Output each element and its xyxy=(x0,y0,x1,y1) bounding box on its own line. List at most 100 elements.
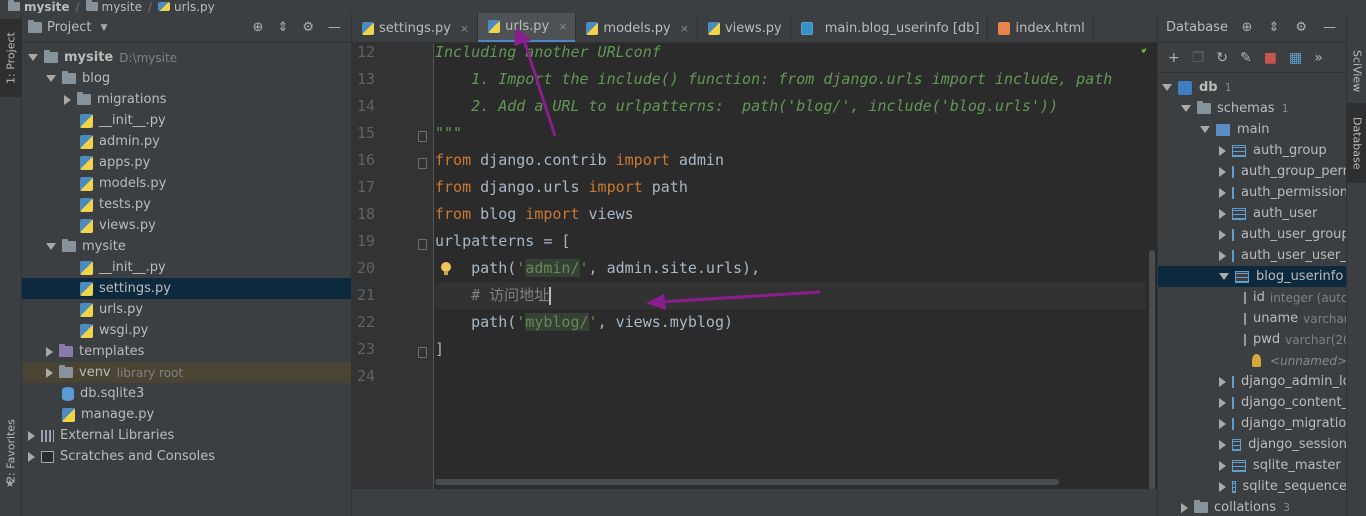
tab-models-py[interactable]: models.py × xyxy=(576,13,698,42)
db-tree-item[interactable]: sqlite_master xyxy=(1158,455,1346,476)
db-tree-item[interactable]: main xyxy=(1158,119,1346,140)
tree-item[interactable]: mysite D:\mysite xyxy=(22,47,351,68)
collapse-arrow-icon[interactable] xyxy=(1219,376,1226,387)
minimize-icon[interactable]: — xyxy=(1323,20,1336,35)
tree-item[interactable]: templates xyxy=(22,341,351,362)
db-tree-item[interactable]: django_admin_log xyxy=(1158,371,1346,392)
close-icon[interactable]: × xyxy=(558,20,567,33)
collapse-arrow-icon[interactable] xyxy=(1219,250,1226,261)
collapse-arrow-icon[interactable] xyxy=(1219,145,1226,156)
collapse-arrow-icon[interactable] xyxy=(1219,397,1226,408)
collapse-arrow-icon[interactable] xyxy=(28,451,35,462)
db-tree-item[interactable]: blog_userinfo xyxy=(1158,266,1346,287)
db-tree-item[interactable]: django_session xyxy=(1158,434,1346,455)
db-tree-item[interactable]: auth_permission xyxy=(1158,182,1346,203)
locate-icon[interactable]: ⊕ xyxy=(1242,20,1253,35)
expand-arrow-icon[interactable] xyxy=(1200,126,1210,133)
fold-marker-icon[interactable] xyxy=(418,158,427,169)
vertical-scrollbar[interactable] xyxy=(1146,43,1157,516)
expand-arrow-icon[interactable] xyxy=(28,54,38,61)
tree-item[interactable]: tests.py xyxy=(22,194,351,215)
db-tree-item[interactable]: auth_group_permissions xyxy=(1158,161,1346,182)
fold-marker-icon[interactable] xyxy=(418,347,427,358)
tab-sciview-tool[interactable]: SciView xyxy=(1347,41,1366,101)
collapse-arrow-icon[interactable] xyxy=(64,94,71,105)
add-icon[interactable]: + xyxy=(1168,50,1180,66)
scrollbar-thumb[interactable] xyxy=(1149,250,1155,490)
collapse-arrow-icon[interactable] xyxy=(1219,229,1226,240)
table-view-icon[interactable]: ▦ xyxy=(1289,50,1302,66)
expand-arrow-icon[interactable] xyxy=(46,75,56,82)
code-text-area[interactable]: Including another URLconf 1. Import the … xyxy=(435,43,1147,516)
expand-arrow-icon[interactable] xyxy=(1162,84,1172,91)
tree-item[interactable]: migrations xyxy=(22,89,351,110)
tree-item[interactable]: External Libraries xyxy=(22,425,351,446)
tree-item[interactable]: apps.py xyxy=(22,152,351,173)
collapse-arrow-icon[interactable] xyxy=(1219,481,1226,492)
properties-icon[interactable]: ✎ xyxy=(1240,50,1252,66)
collapse-arrow-icon[interactable] xyxy=(46,346,53,357)
db-tree-item[interactable]: id integer (auto increment) xyxy=(1158,287,1346,308)
db-tree-item[interactable]: auth_user_groups xyxy=(1158,224,1346,245)
collapse-arrow-icon[interactable] xyxy=(28,430,35,441)
project-view-selector[interactable]: Project ▼ xyxy=(28,20,107,35)
tree-item[interactable]: urls.py xyxy=(22,299,351,320)
tree-item[interactable]: views.py xyxy=(22,215,351,236)
collapse-arrow-icon[interactable] xyxy=(1219,418,1226,429)
db-tree-item[interactable]: pwd varchar(20) xyxy=(1158,329,1346,350)
db-tree-item[interactable]: schemas 1 xyxy=(1158,98,1346,119)
db-tree-item[interactable]: auth_user_user_permissions xyxy=(1158,245,1346,266)
tree-item[interactable]: db.sqlite3 xyxy=(22,383,351,404)
tab-database-tool[interactable]: Database xyxy=(1347,103,1366,183)
tree-item[interactable]: __init__.py xyxy=(22,257,351,278)
tree-item[interactable]: venv library root xyxy=(22,362,351,383)
tree-item[interactable]: Scratches and Consoles xyxy=(22,446,351,467)
refresh-icon[interactable]: ↻ xyxy=(1216,50,1228,66)
tree-item[interactable]: blog xyxy=(22,68,351,89)
fold-marker-icon[interactable] xyxy=(418,131,427,142)
tab-urls-py[interactable]: urls.py × xyxy=(478,13,577,42)
horizontal-scrollbar[interactable] xyxy=(435,478,1149,486)
stop-icon[interactable]: ■ xyxy=(1264,50,1277,66)
minimize-icon[interactable]: — xyxy=(328,20,341,35)
collapse-arrow-icon[interactable] xyxy=(1219,187,1226,198)
expand-arrow-icon[interactable] xyxy=(1219,273,1229,280)
tree-item[interactable]: admin.py xyxy=(22,131,351,152)
db-tree-item[interactable]: <unnamed> xyxy=(1158,350,1346,371)
tab-project-tool[interactable]: 1: Project xyxy=(0,19,22,97)
tab-views-py[interactable]: views.py xyxy=(698,13,791,42)
copy-icon[interactable]: ❐ xyxy=(1192,50,1205,66)
db-tree-item[interactable]: auth_group xyxy=(1158,140,1346,161)
db-tree-item[interactable]: uname varchar(20) xyxy=(1158,308,1346,329)
db-tree-item[interactable]: db 1 xyxy=(1158,77,1346,98)
breadcrumb-item[interactable]: mysite xyxy=(8,0,69,13)
collapse-all-icon[interactable]: ⇕ xyxy=(277,20,288,35)
collapse-arrow-icon[interactable] xyxy=(1181,502,1188,513)
collapse-arrow-icon[interactable] xyxy=(1219,166,1226,177)
close-icon[interactable]: × xyxy=(680,22,689,35)
collapse-arrow-icon[interactable] xyxy=(46,367,53,378)
collapse-arrow-icon[interactable] xyxy=(1219,460,1226,471)
locate-icon[interactable]: ⊕ xyxy=(253,20,264,35)
expand-arrow-icon[interactable] xyxy=(1181,105,1191,112)
scrollbar-thumb[interactable] xyxy=(435,479,1059,485)
db-tree-item[interactable]: django_content_type xyxy=(1158,392,1346,413)
tree-item[interactable]: settings.py xyxy=(22,278,351,299)
gear-icon[interactable]: ⚙ xyxy=(1295,20,1307,35)
tree-item[interactable]: models.py xyxy=(22,173,351,194)
db-tree-item[interactable]: django_migrations xyxy=(1158,413,1346,434)
collapse-arrow-icon[interactable] xyxy=(1219,439,1226,450)
lightbulb-icon[interactable] xyxy=(440,262,451,276)
collapse-arrow-icon[interactable] xyxy=(1219,208,1226,219)
tab-main-blog-userinfo-db-[interactable]: main.blog_userinfo [db] xyxy=(791,13,989,42)
breadcrumb-item[interactable]: mysite xyxy=(85,0,142,13)
db-tree-item[interactable]: sqlite_sequence xyxy=(1158,476,1346,497)
tree-item[interactable]: __init__.py xyxy=(22,110,351,131)
breadcrumb-item[interactable]: urls.py xyxy=(158,0,215,13)
tree-item[interactable]: manage.py xyxy=(22,404,351,425)
close-icon[interactable]: × xyxy=(460,22,469,35)
fold-marker-icon[interactable] xyxy=(418,239,427,250)
tree-item[interactable]: mysite xyxy=(22,236,351,257)
tab-settings-py[interactable]: settings.py × xyxy=(352,13,479,42)
tab-index-html[interactable]: index.html xyxy=(988,13,1094,42)
